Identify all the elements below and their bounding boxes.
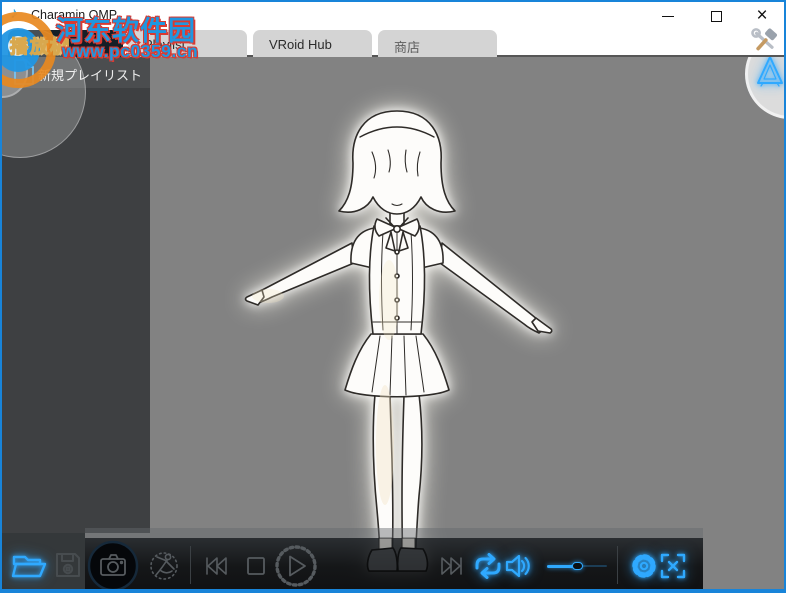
camera-button[interactable] [86, 539, 140, 593]
play-button[interactable] [272, 542, 320, 590]
minimize-icon [662, 15, 674, 17]
next-track-icon [441, 557, 462, 575]
volume-button[interactable] [503, 551, 533, 581]
next-button[interactable] [437, 551, 467, 581]
maximize-button[interactable] [698, 4, 734, 28]
volume-knob[interactable] [572, 562, 583, 570]
volume-icon [505, 554, 530, 578]
maximize-icon [710, 10, 722, 22]
volume-slider[interactable] [547, 560, 607, 572]
tab-shop-label: 商店 [394, 40, 421, 55]
tab-vroid-hub-label: VRoid Hub [269, 37, 332, 52]
title-and-tab-strip: ♪ Charamin OMP × 播放机 Playlist VRoid Hub … [0, 0, 786, 58]
new-document-icon[interactable] [12, 58, 36, 86]
tab-vroid-hub[interactable]: VRoid Hub [253, 30, 372, 57]
sidebar [0, 57, 150, 533]
separator [617, 546, 618, 584]
charamin-triangle-logo-icon [757, 56, 783, 87]
app-window: 新規プレイリスト ♪ Charamin OMP × 播放机 Playlist V… [0, 0, 786, 593]
tab-playlist-label: Playlist [144, 37, 186, 52]
play-gear-icon [275, 545, 317, 587]
window-title: Charamin OMP [31, 8, 118, 22]
stop-icon [247, 557, 265, 575]
open-folder-icon [11, 555, 47, 578]
music-note-icon: ♪ [10, 5, 18, 22]
viewport-3d[interactable] [150, 57, 786, 590]
open-folder-button[interactable] [10, 549, 50, 581]
seek-bar[interactable] [85, 528, 703, 538]
save-floppy-icon [56, 553, 80, 577]
previous-track-icon [206, 557, 227, 575]
fullscreen-icon [660, 553, 686, 579]
close-button[interactable]: × [744, 4, 780, 28]
close-icon: × [756, 5, 768, 26]
settings-gear-icon [632, 554, 656, 578]
new-playlist-label: 新規プレイリスト [38, 68, 143, 83]
stop-button[interactable] [241, 551, 271, 581]
repeat-icon [475, 553, 501, 579]
dance-pose-icon [150, 552, 178, 580]
settings-button[interactable] [627, 549, 661, 583]
separator [190, 546, 191, 584]
fullscreen-button[interactable] [658, 551, 688, 581]
hammer-wrench-icon [751, 28, 777, 51]
tools-button[interactable] [748, 27, 782, 56]
minimize-button[interactable] [650, 4, 686, 28]
tab-player-label: 播放机 [12, 36, 73, 57]
tab-playlist[interactable]: Playlist [128, 30, 247, 57]
camera-icon [87, 540, 139, 592]
dance-button[interactable] [147, 549, 181, 583]
save-button[interactable] [53, 550, 83, 580]
tab-shop[interactable]: 商店 [378, 30, 497, 57]
previous-button[interactable] [201, 551, 231, 581]
tab-player[interactable]: 播放机 [8, 30, 123, 58]
repeat-button[interactable] [473, 551, 503, 581]
